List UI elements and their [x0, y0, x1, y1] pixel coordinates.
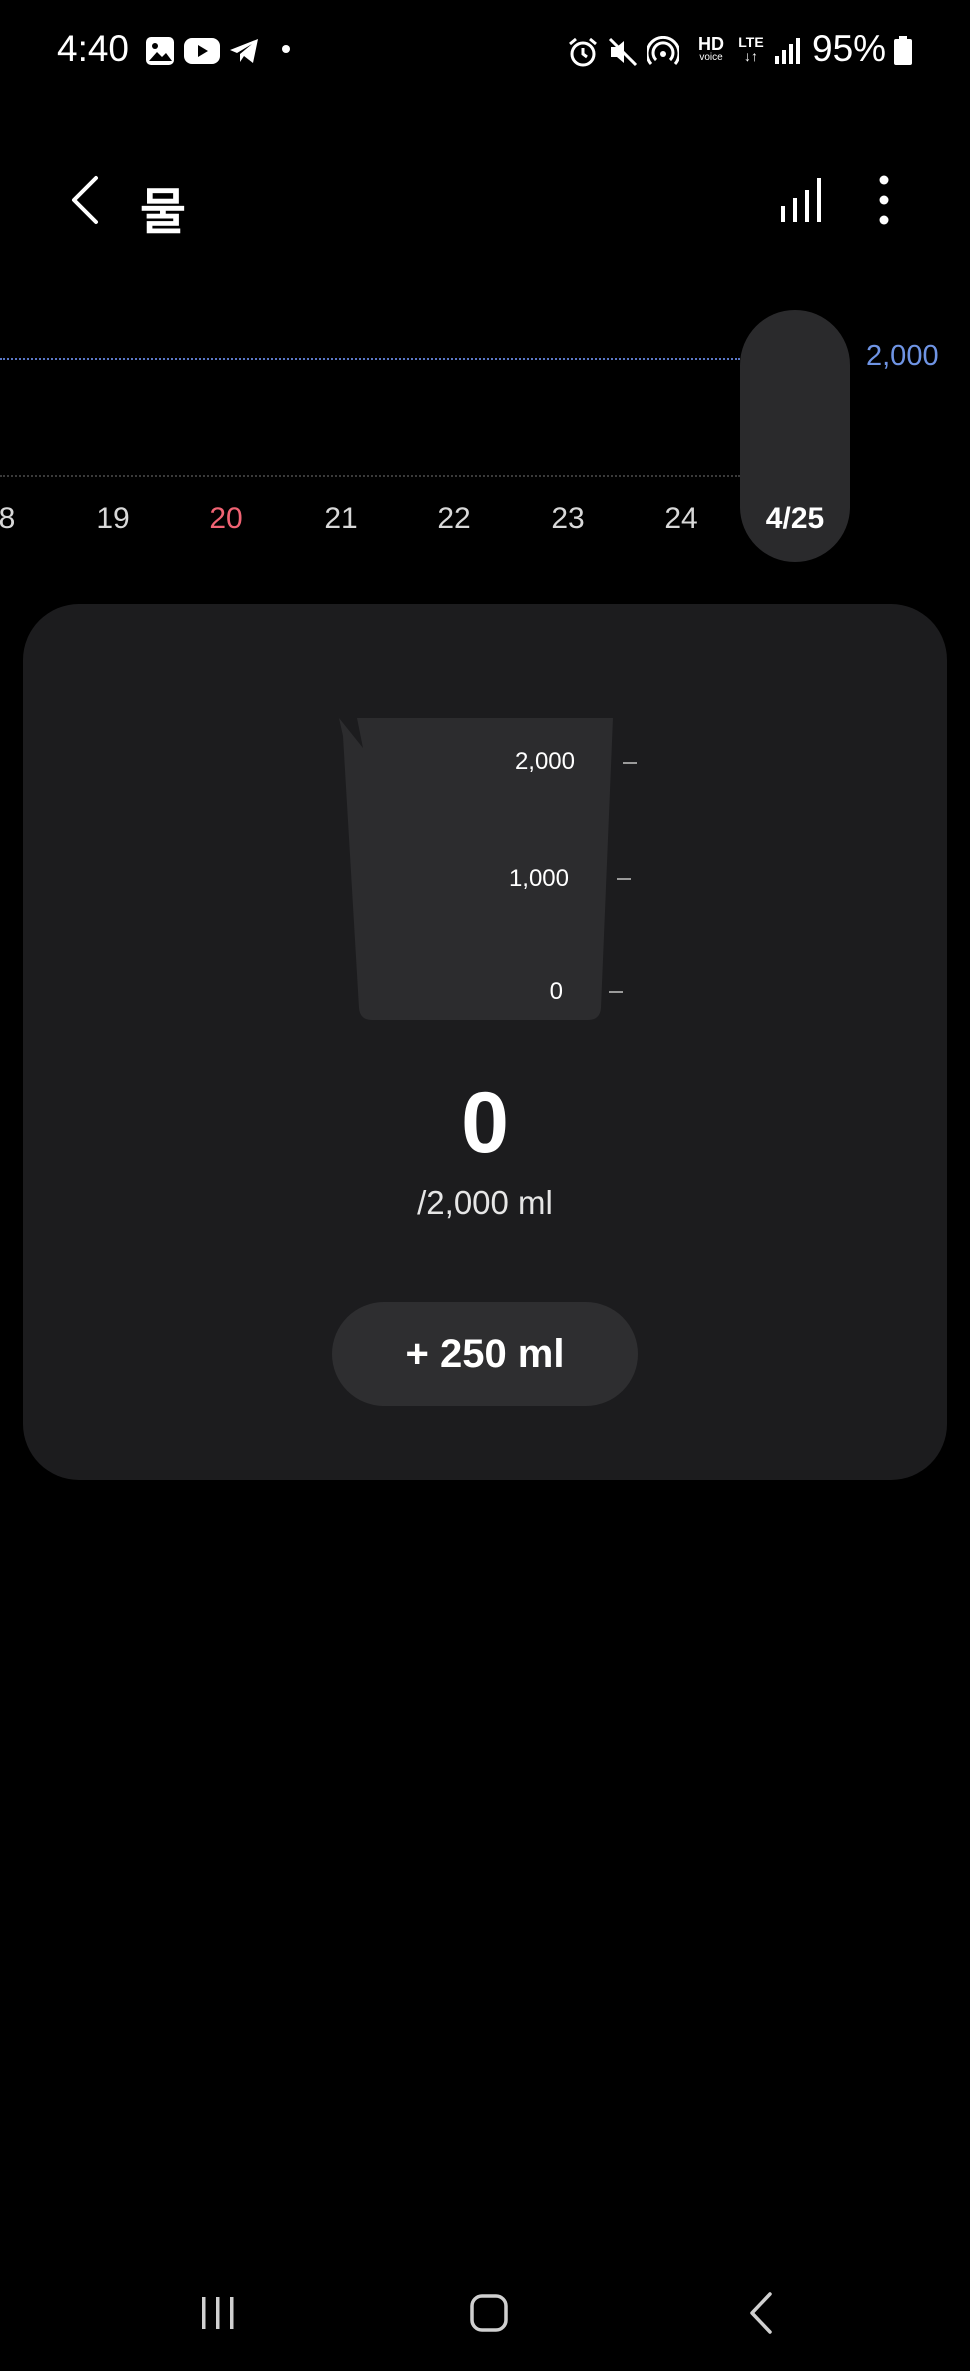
intake-value: 0	[461, 1075, 509, 1171]
day-23[interactable]: 23	[528, 502, 608, 536]
back-arrow-icon[interactable]	[62, 170, 108, 230]
voice-label: voice	[699, 52, 723, 63]
day-20[interactable]: 20	[186, 502, 266, 536]
more-options-icon[interactable]	[866, 172, 902, 228]
scale-tick-0	[609, 991, 623, 993]
status-bar: 4:40 HD voice LTE ↓↑ 95%	[0, 0, 970, 100]
scale-label-0: 0	[549, 978, 563, 1005]
day-22[interactable]: 22	[414, 502, 494, 536]
goal-line	[0, 358, 740, 360]
scale-label-1000: 1,000	[508, 865, 569, 892]
day-21[interactable]: 21	[301, 502, 381, 536]
stats-chart-icon[interactable]	[775, 172, 825, 228]
status-time: 4:40	[57, 28, 130, 69]
hd-voice-icon: HD voice	[694, 35, 728, 63]
telegram-icon	[230, 39, 258, 63]
gallery-icon	[146, 37, 174, 65]
scale-tick-1000	[617, 878, 631, 880]
recent-apps-icon[interactable]	[198, 2293, 238, 2333]
battery-icon	[894, 36, 912, 65]
lte-label: LTE	[738, 34, 764, 50]
day-24[interactable]: 24	[641, 502, 721, 536]
lte-icon: LTE ↓↑	[736, 35, 766, 63]
nav-back-icon[interactable]	[746, 2290, 778, 2336]
day-8[interactable]: 8	[0, 502, 47, 536]
battery-percent: 95%	[812, 28, 887, 69]
day-19[interactable]: 19	[73, 502, 153, 536]
add-250ml-button[interactable]: + 250 ml	[332, 1302, 638, 1406]
water-tracker-screen: 4:40 HD voice LTE ↓↑ 95% 물 2,000 8 19 20…	[0, 0, 970, 2371]
hd-label: HD	[698, 34, 724, 54]
youtube-icon	[184, 38, 220, 64]
app-header: 물	[0, 150, 970, 250]
measuring-cup: 2,000 1,000 0	[339, 710, 639, 1026]
scale-label-2000: 2,000	[514, 748, 575, 775]
scale-tick-2000	[623, 762, 637, 764]
hotspot-icon	[647, 36, 679, 65]
alarm-icon	[569, 37, 597, 67]
goal-value-label: 2,000	[866, 340, 939, 372]
daily-goal-text: /2,000 ml	[417, 1184, 553, 1221]
water-intake-card: 2,000 1,000 0 0 /2,000 ml + 250 ml	[23, 604, 947, 1480]
mute-icon	[608, 37, 638, 67]
day-4-25[interactable]: 4/25	[755, 502, 835, 536]
system-nav-bar	[0, 2260, 970, 2371]
home-icon[interactable]	[469, 2293, 509, 2333]
page-title: 물	[140, 184, 186, 240]
baseline	[0, 475, 740, 477]
signal-icon	[775, 38, 800, 64]
weekly-chart: 2,000 8 19 20 21 22 23 24 4/25	[0, 305, 970, 575]
dot-icon	[282, 45, 290, 53]
